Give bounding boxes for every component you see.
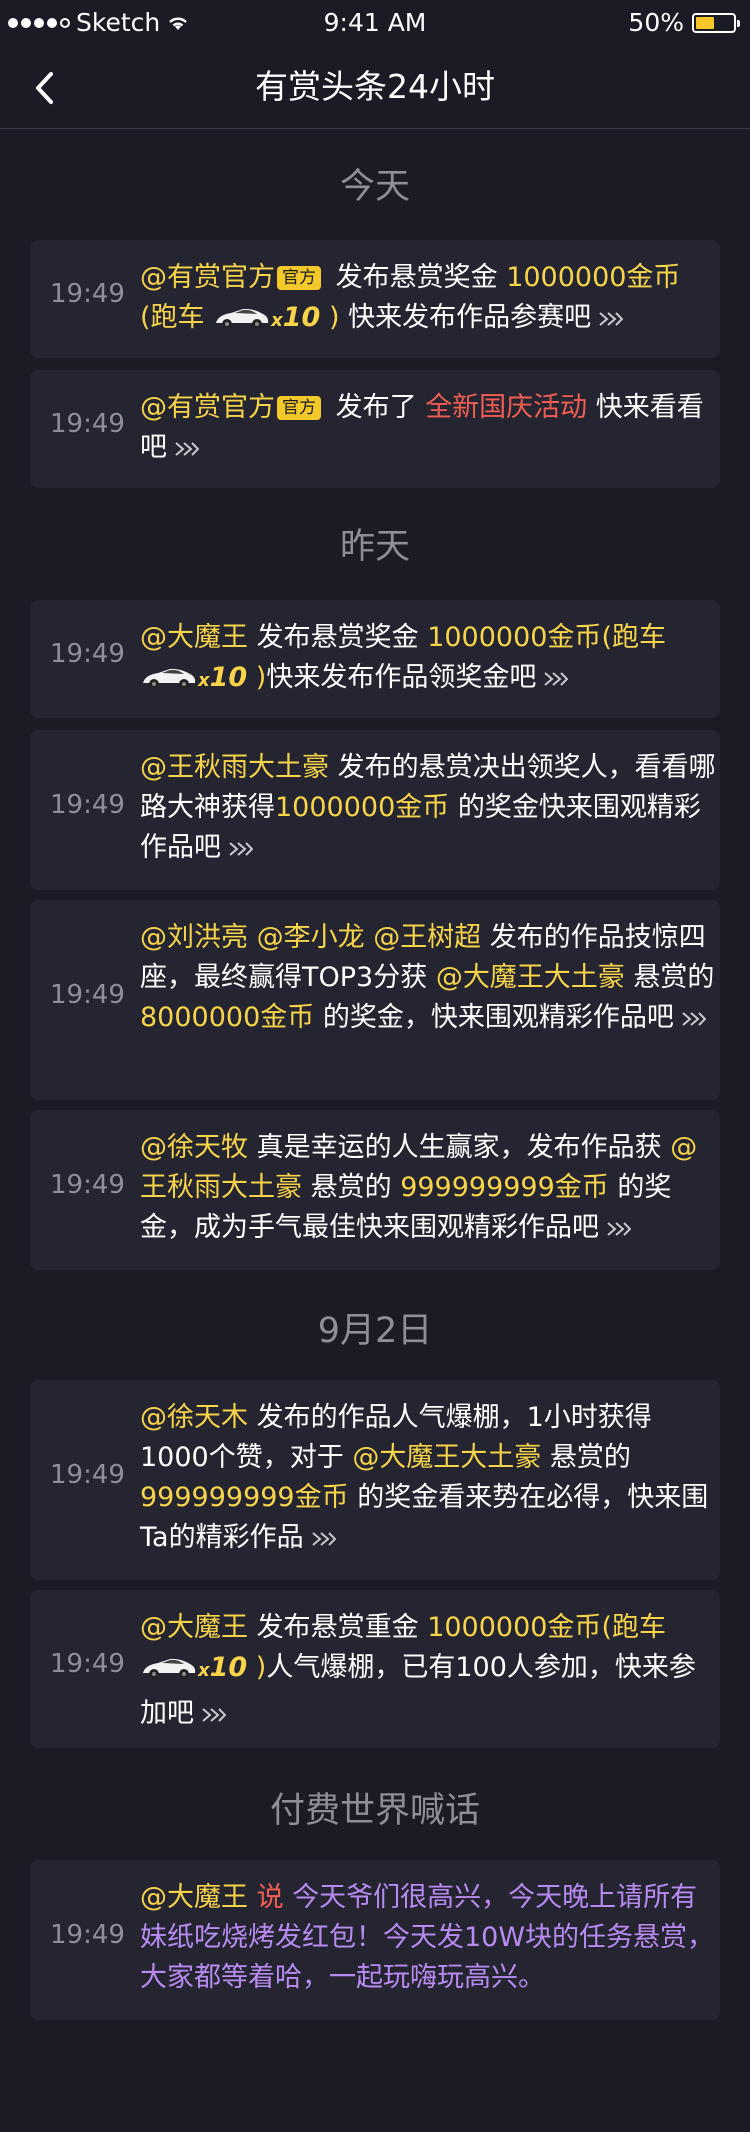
item-time: 19:49: [50, 1920, 125, 1950]
user-link[interactable]: @刘洪亮: [140, 922, 248, 953]
user-link[interactable]: @有赏官方: [140, 392, 275, 423]
reward-amount: 8000000金币: [140, 1002, 315, 1033]
item-time: 19:49: [50, 409, 125, 439]
list-item[interactable]: 19:49 @徐天木 发布的作品人气爆棚，1小时获得1000个赞，对于 @大魔王…: [30, 1380, 720, 1580]
reward-amount: 1000000金币: [506, 262, 681, 293]
battery-fill: [696, 16, 714, 29]
user-link[interactable]: @大魔王: [140, 622, 248, 653]
item-time: 19:49: [50, 1170, 125, 1200]
multiplier: x10: [271, 302, 321, 333]
double-chevron-right-icon[interactable]: [680, 1000, 707, 1040]
sports-car-icon: [140, 1654, 198, 1694]
user-link[interactable]: @王秋雨大土豪: [140, 752, 329, 783]
event-link[interactable]: 全新国庆活动: [425, 392, 587, 423]
official-badge: 官方: [277, 396, 321, 420]
page-title: 有赏头条24小时: [255, 67, 495, 106]
multiplier: x10: [198, 662, 248, 693]
item-text: @刘洪亮 @李小龙 @王树超 发布的作品技惊四座，最终赢得TOP3分获 @大魔王…: [140, 918, 720, 1040]
item-text: @王秋雨大土豪 发布的悬赏决出领奖人，看看哪路大神获得1000000金币 的奖金…: [140, 748, 720, 870]
list-item[interactable]: 19:49 @大魔王 说 今天爷们很高兴，今天晚上请所有妹纸吃烧烤发红包！今天发…: [30, 1860, 720, 2020]
user-link[interactable]: @王树超: [373, 922, 481, 953]
sports-car-icon: [213, 304, 271, 344]
double-chevron-right-icon[interactable]: [310, 1520, 336, 1560]
list-item[interactable]: 19:49 @大魔王 发布悬赏奖金 1000000金币(跑车 x10 )快来发布…: [30, 600, 720, 718]
list-item[interactable]: 19:49 @大魔王 发布悬赏重金 1000000金币(跑车 x10 )人气爆棚…: [30, 1590, 720, 1748]
double-chevron-right-icon[interactable]: [605, 1210, 632, 1250]
item-time: 19:49: [50, 279, 125, 309]
section-title-shout: 付费世界喊话: [269, 1791, 480, 1831]
status-bar: Sketch 9:41 AM 50%: [0, 0, 750, 46]
section-title-date: 9月2日: [317, 1311, 433, 1351]
user-link[interactable]: @大魔王: [140, 1882, 248, 1913]
item-text: @有赏官方 官方 发布了 全新国庆活动 快来看看吧: [140, 388, 720, 470]
user-link[interactable]: @徐天木: [140, 1402, 248, 1433]
item-time: 19:49: [50, 639, 125, 669]
item-text: @大魔王 说 今天爷们很高兴，今天晚上请所有妹纸吃烧烤发红包！今天发10W块的任…: [140, 1878, 720, 1998]
item-text: @大魔王 发布悬赏奖金 1000000金币(跑车 x10 )快来发布作品领奖金吧: [140, 618, 720, 704]
multiplier: x10: [198, 1652, 248, 1683]
double-chevron-right-icon[interactable]: [227, 830, 254, 870]
item-text: @大魔王 发布悬赏重金 1000000金币(跑车 x10 )人气爆棚，已有100…: [140, 1608, 720, 1736]
item-time: 19:49: [50, 980, 125, 1010]
reward-amount: 1000000金币: [427, 1612, 602, 1643]
say-label: 说: [256, 1882, 284, 1913]
reward-amount: 999999999金币: [400, 1172, 609, 1203]
nav-bar: 有赏头条24小时: [0, 46, 750, 129]
list-item[interactable]: 19:49 @有赏官方 官方 发布了 全新国庆活动 快来看看吧: [30, 370, 720, 488]
sponsor-link[interactable]: @大魔王大土豪: [436, 962, 625, 993]
user-link[interactable]: @徐天牧: [140, 1132, 248, 1163]
reward-amount: 1000000金币: [275, 792, 450, 823]
item-time: 19:49: [50, 1649, 125, 1679]
item-text: @徐天木 发布的作品人气爆棚，1小时获得1000个赞，对于 @大魔王大土豪 悬赏…: [140, 1398, 720, 1560]
user-link[interactable]: @大魔王: [140, 1612, 248, 1643]
item-text: @有赏官方 官方 发布悬赏奖金 1000000金币 (跑车 x10 ) 快来发布作…: [140, 258, 720, 344]
double-chevron-right-icon[interactable]: [597, 300, 624, 340]
double-chevron-right-icon[interactable]: [542, 660, 569, 700]
battery-icon: [692, 12, 740, 33]
list-item[interactable]: 19:49 @刘洪亮 @李小龙 @王树超 发布的作品技惊四座，最终赢得TOP3分…: [30, 900, 720, 1100]
double-chevron-right-icon[interactable]: [200, 1696, 227, 1736]
battery-percent: 50%: [628, 8, 684, 37]
sports-car-icon: [140, 664, 198, 704]
official-badge: 官方: [277, 266, 321, 290]
list-item[interactable]: 19:49 @王秋雨大土豪 发布的悬赏决出领奖人，看看哪路大神获得1000000…: [30, 730, 720, 890]
section-title-yesterday: 昨天: [339, 527, 410, 567]
user-link[interactable]: @李小龙: [257, 922, 365, 953]
section-title-today: 今天: [339, 167, 410, 207]
user-link[interactable]: @有赏官方: [140, 262, 275, 293]
item-time: 19:49: [50, 790, 125, 820]
list-item[interactable]: 19:49 @有赏官方 官方 发布悬赏奖金 1000000金币 (跑车 x10 )…: [30, 240, 720, 358]
reward-amount: 1000000金币: [427, 622, 602, 653]
double-chevron-right-icon[interactable]: [173, 430, 200, 470]
item-time: 19:49: [50, 1460, 125, 1490]
sponsor-link[interactable]: @大魔王大土豪: [352, 1442, 541, 1473]
list-item[interactable]: 19:49 @徐天牧 真是幸运的人生赢家，发布作品获 @王秋雨大土豪 悬赏的 9…: [30, 1110, 720, 1270]
status-right: 50%: [628, 8, 740, 37]
item-text: @徐天牧 真是幸运的人生赢家，发布作品获 @王秋雨大土豪 悬赏的 9999999…: [140, 1128, 720, 1250]
reward-amount: 999999999金币: [140, 1482, 349, 1513]
